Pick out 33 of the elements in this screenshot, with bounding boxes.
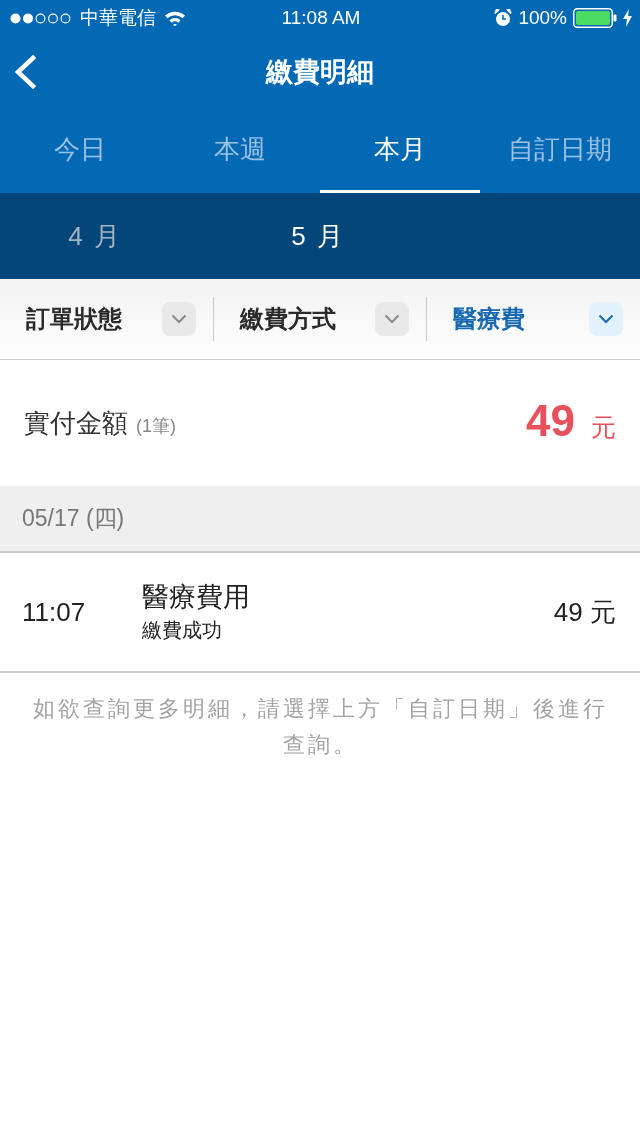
month-tab[interactable]: 4 月: [40, 212, 150, 260]
wifi-icon: [164, 10, 186, 26]
back-icon: [12, 55, 38, 89]
total-label: 實付金額: [24, 407, 128, 438]
transaction-amount: 49 元: [553, 595, 616, 629]
month-tab[interactable]: 5 月: [263, 212, 373, 260]
total-amount: 49: [526, 399, 575, 444]
currency-unit: 元: [591, 412, 616, 444]
carrier-name: 中華電信: [80, 5, 156, 30]
battery-percent: 100%: [518, 5, 567, 30]
period-tab[interactable]: 本週: [160, 108, 320, 193]
transaction-title: 醫療費用: [142, 581, 251, 615]
transaction-time: 11:07: [22, 595, 87, 629]
chevron-down-icon: [161, 302, 196, 336]
alarm-clock-icon: [494, 9, 513, 27]
signal-icon: [10, 12, 72, 24]
chevron-down-icon: [375, 302, 410, 336]
page-title: 繳費明細: [264, 55, 375, 89]
filter-dropdown[interactable]: 訂單狀態: [0, 289, 213, 349]
filter-dropdown[interactable]: 繳費方式: [213, 289, 427, 349]
filter-dropdown[interactable]: 醫療費: [427, 289, 640, 349]
footnote-text: 如欲查詢更多明細，請選擇上方「自訂日期」後進行查詢。: [31, 695, 609, 759]
period-tab[interactable]: 自訂日期: [480, 108, 640, 193]
status-time: 11:08 AM: [281, 5, 361, 30]
back-button[interactable]: [12, 55, 38, 89]
battery-icon: [573, 8, 617, 28]
date-header: 05/17 (四): [0, 486, 640, 553]
charging-bolt-icon: [623, 9, 632, 27]
chevron-down-icon: [589, 302, 623, 336]
transaction-status: 繳費成功: [142, 617, 223, 643]
period-tab[interactable]: 今日: [0, 108, 160, 193]
record-count: (1筆): [136, 415, 176, 436]
transaction-row[interactable]: 11:07 醫療費用 繳費成功 49 元: [0, 553, 640, 673]
